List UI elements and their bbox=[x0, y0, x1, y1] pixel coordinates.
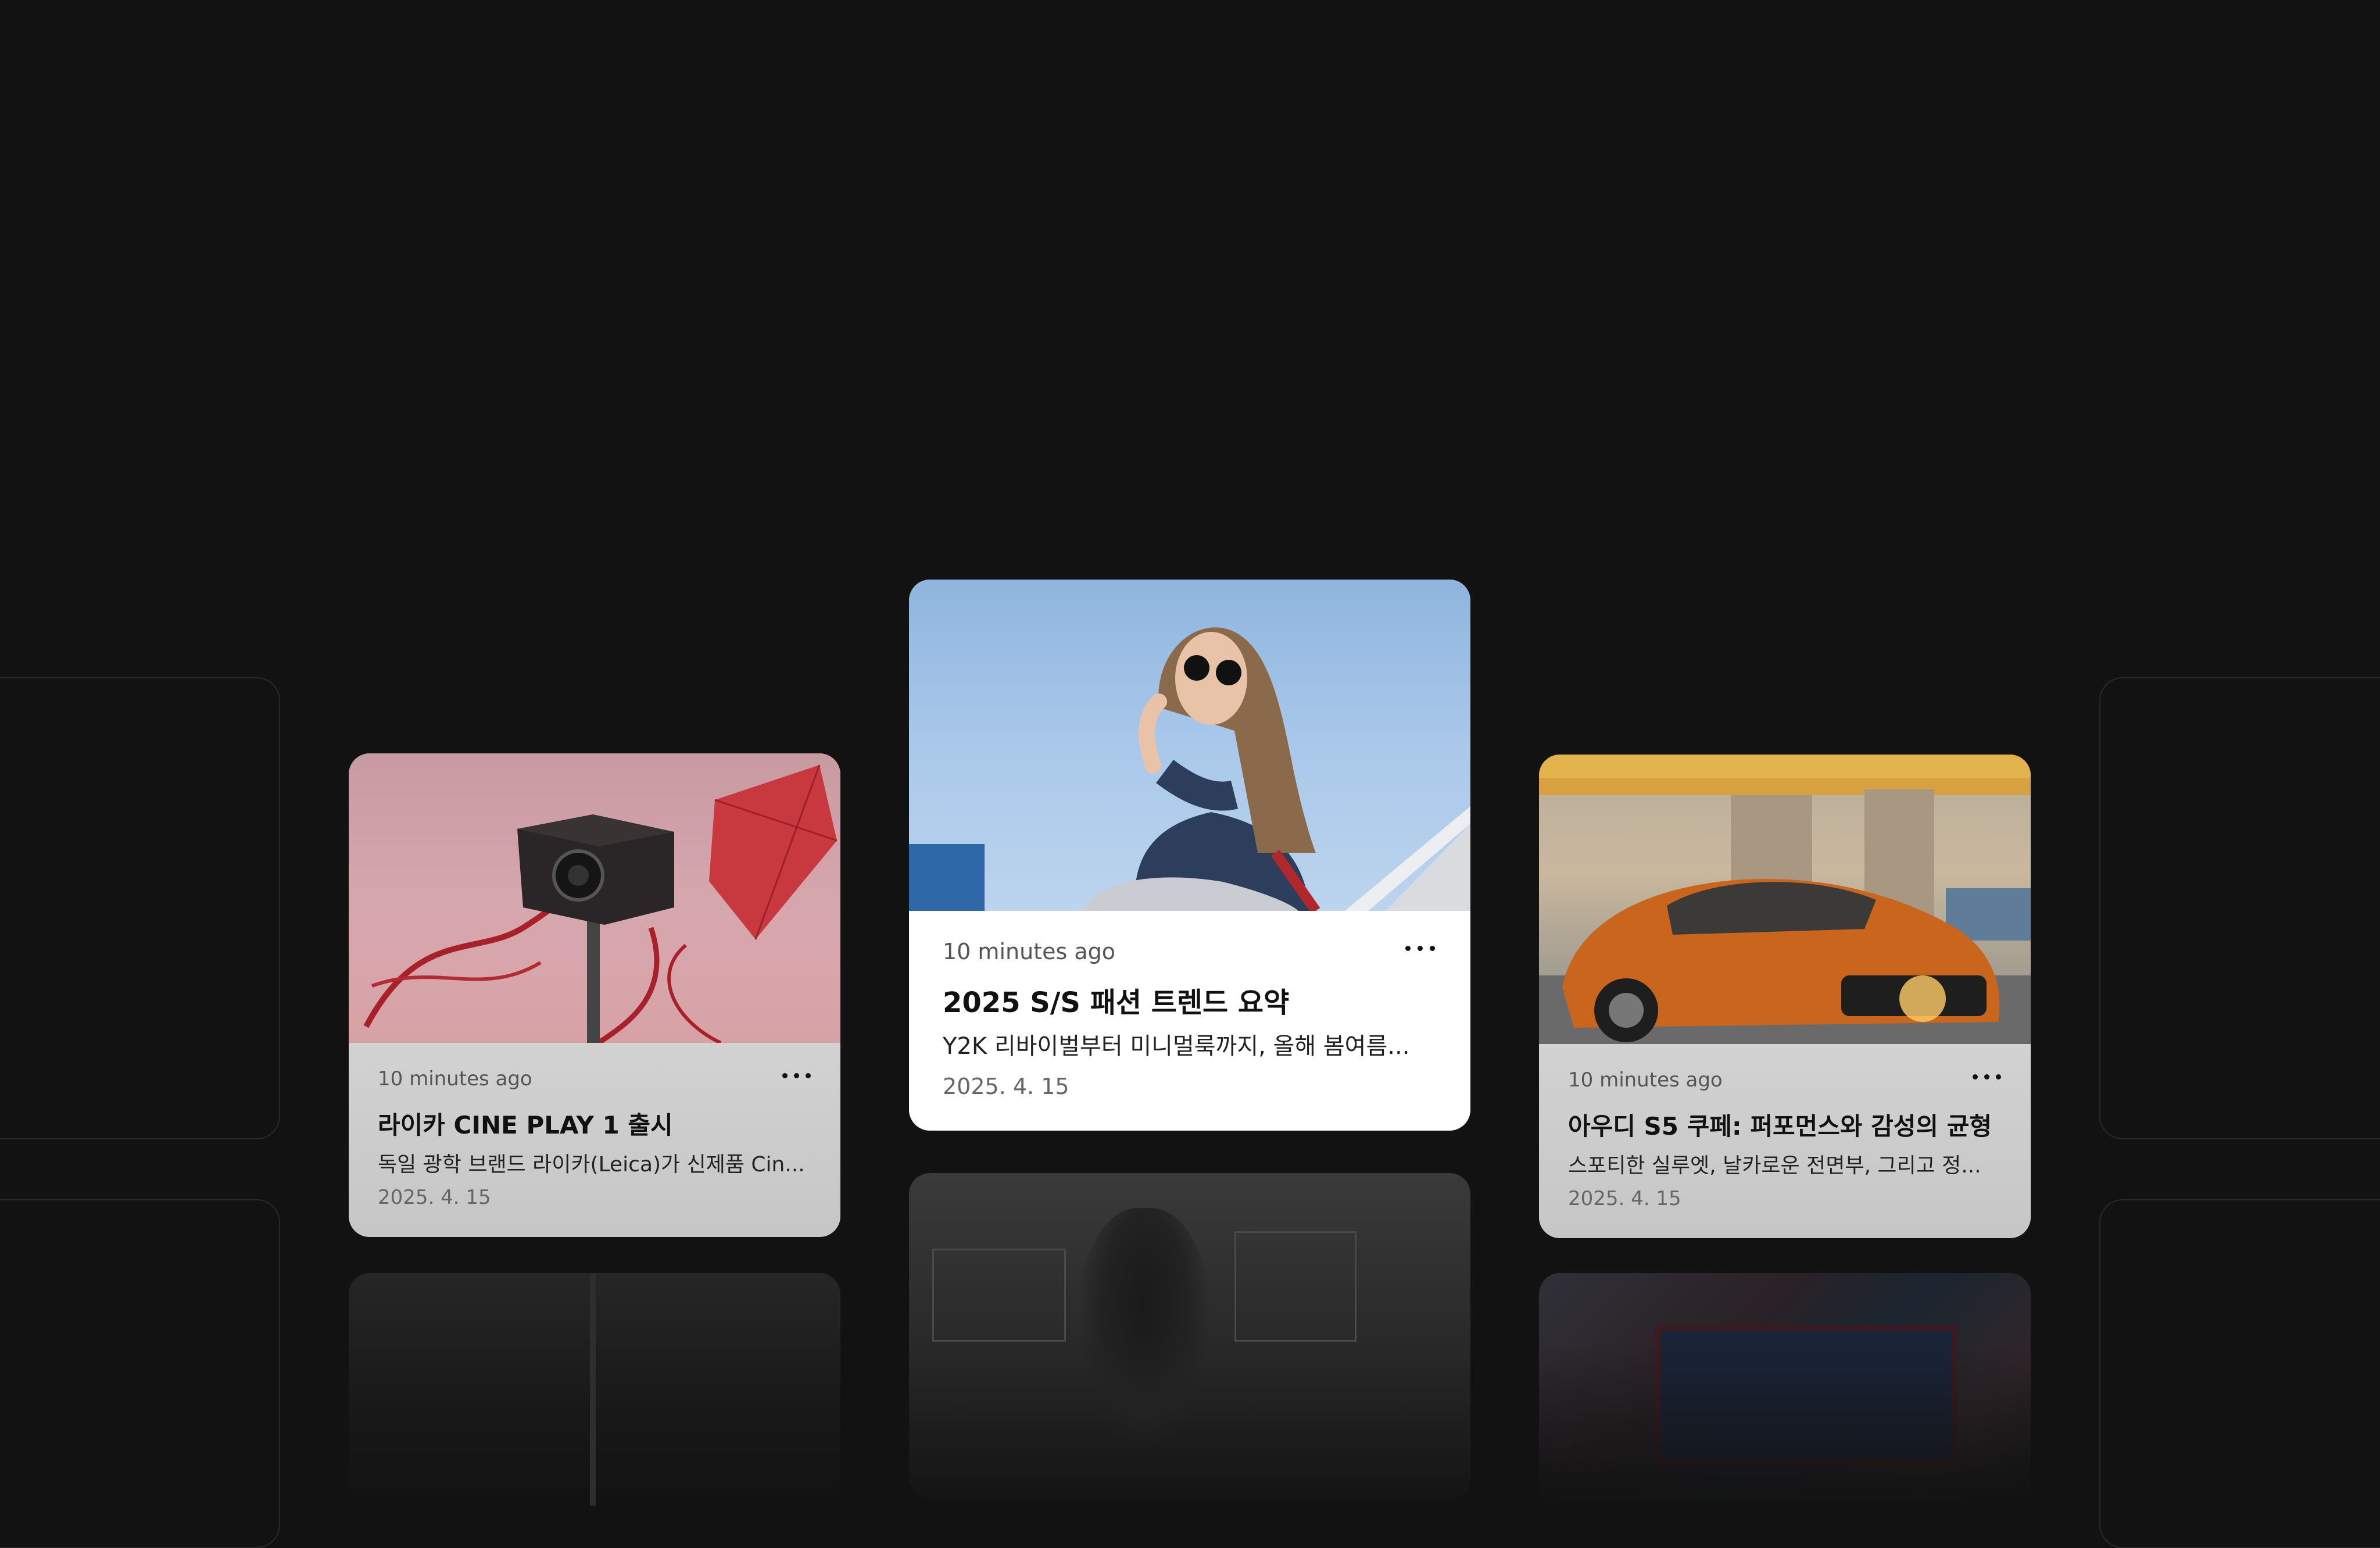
leica-projector-illustration bbox=[363, 764, 838, 1045]
leica-projector-image bbox=[349, 753, 840, 1045]
card-title: 라이카 CINE PLAY 1 출시 bbox=[378, 1111, 673, 1139]
card-title: 2025 S/S 패션 트렌드 요약 bbox=[943, 986, 1290, 1019]
ghost-card-right-top bbox=[2099, 677, 2380, 1139]
card-description: Y2K 리바이벌부터 미니멀룩까지, 올해 봄여름... bbox=[943, 1033, 1410, 1060]
card-body: 10 minutes ago 아우디 S5 쿠페: 퍼포먼스와 감성의 균형 스… bbox=[1539, 1044, 2031, 1238]
more-options-icon[interactable] bbox=[1405, 946, 1436, 952]
ghost-card-left-top bbox=[0, 677, 280, 1139]
fashion-image bbox=[909, 580, 1470, 914]
card-description: 스포티한 실루엣, 날카로운 전면부, 그리고 정... bbox=[1568, 1154, 1981, 1178]
card-description: 독일 광학 브랜드 라이카(Leica)가 신제품 Cin... bbox=[378, 1153, 805, 1177]
card-date: 2025. 4. 15 bbox=[378, 1186, 491, 1209]
faded-card-center[interactable] bbox=[909, 1173, 1470, 1499]
card-date: 2025. 4. 15 bbox=[943, 1074, 1069, 1099]
faded-card-right[interactable] bbox=[1539, 1273, 2031, 1506]
ghost-card-right-bottom bbox=[2099, 1199, 2380, 1548]
card-timestamp: 10 minutes ago bbox=[943, 939, 1115, 964]
card-date: 2025. 4. 15 bbox=[1568, 1187, 1681, 1210]
card-title: 아우디 S5 쿠페: 퍼포먼스와 감성의 균형 bbox=[1568, 1112, 1992, 1141]
dancer-silhouette bbox=[1078, 1208, 1211, 1452]
sign-board bbox=[1234, 1231, 1357, 1342]
orange-audi-illustration bbox=[1539, 755, 2031, 1044]
sign-board bbox=[932, 1249, 1066, 1342]
card-timestamp: 10 minutes ago bbox=[1568, 1068, 1723, 1092]
news-card-fashion[interactable]: 10 minutes ago 2025 S/S 패션 트렌드 요약 Y2K 리바… bbox=[909, 580, 1470, 1131]
news-card-audi[interactable]: 10 minutes ago 아우디 S5 쿠페: 퍼포먼스와 감성의 균형 스… bbox=[1539, 755, 2031, 1238]
more-options-icon[interactable] bbox=[1973, 1074, 2002, 1080]
pole-shadow bbox=[590, 1273, 596, 1506]
card-body: 10 minutes ago 2025 S/S 패션 트렌드 요약 Y2K 리바… bbox=[909, 911, 1470, 1131]
woman-sunglasses-illustration bbox=[909, 627, 1470, 914]
faded-card-left[interactable] bbox=[349, 1273, 840, 1506]
ghost-card-left-bottom bbox=[0, 1199, 280, 1548]
audi-image bbox=[1539, 755, 2031, 1044]
more-options-icon[interactable] bbox=[782, 1073, 811, 1079]
news-card-leica[interactable]: 10 minutes ago 라이카 CINE PLAY 1 출시 독일 광학 … bbox=[349, 753, 840, 1237]
card-body: 10 minutes ago 라이카 CINE PLAY 1 출시 독일 광학 … bbox=[349, 1043, 840, 1237]
card-timestamp: 10 minutes ago bbox=[378, 1067, 532, 1091]
